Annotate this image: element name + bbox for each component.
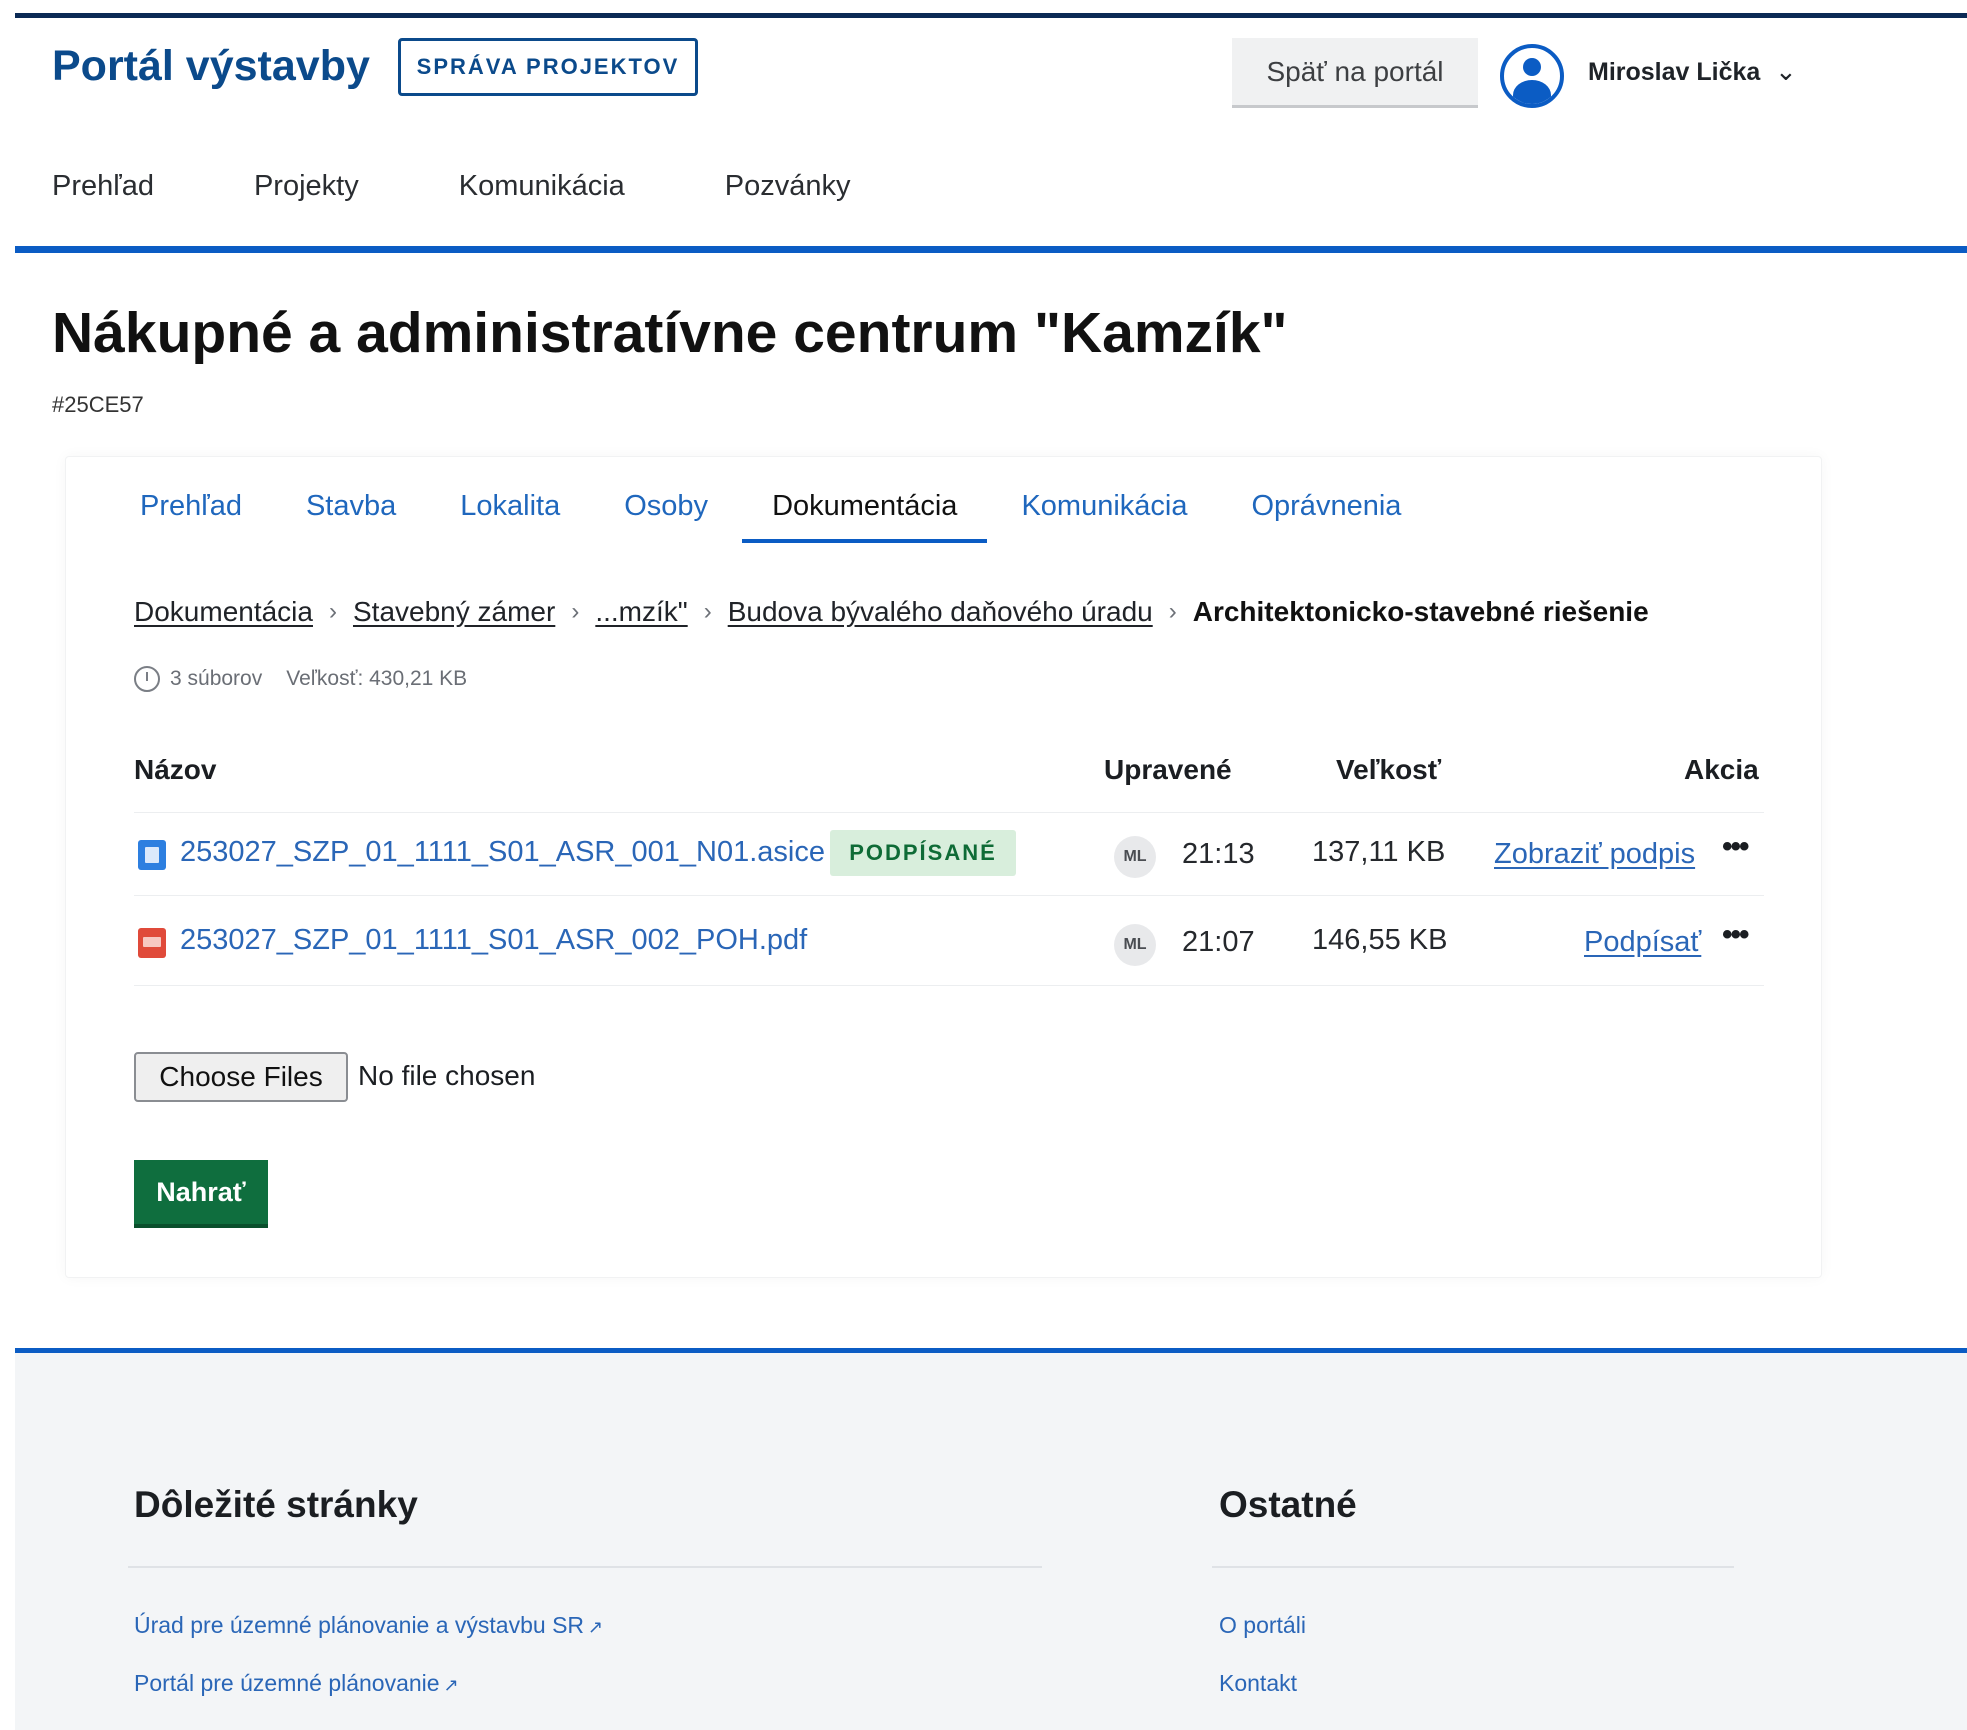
footer-section-divider xyxy=(128,1566,1042,1568)
footer-other-title: Ostatné xyxy=(1219,1484,1357,1525)
modified-by-avatar: ML xyxy=(1114,836,1156,878)
modified-time: 21:13 xyxy=(1182,838,1255,870)
folder-meta: 3 súborov Veľkosť: 430,21 KB xyxy=(134,666,467,692)
column-header-modified: Upravené xyxy=(1104,754,1232,785)
footer-link-about[interactable]: O portáli xyxy=(1219,1612,1306,1639)
file-name-link[interactable]: 253027_SZP_01_1111_S01_ASR_001_N01.asice xyxy=(180,836,825,869)
nav-item-projects[interactable]: Projekty xyxy=(254,170,359,203)
tab-permissions[interactable]: Oprávnenia xyxy=(1251,490,1401,543)
tab-location[interactable]: Lokalita xyxy=(460,490,560,543)
clock-icon xyxy=(134,666,160,692)
header-divider xyxy=(15,246,1967,253)
breadcrumb-separator-icon: › xyxy=(703,598,712,625)
modified-by-avatar: ML xyxy=(1114,924,1156,966)
file-size: 146,55 KB xyxy=(1312,924,1448,956)
external-link-icon: ↗ xyxy=(443,1675,459,1695)
column-header-name: Názov xyxy=(134,754,217,785)
table-row: 253027_SZP_01_1111_S01_ASR_002_POH.pdf M… xyxy=(134,914,1774,974)
user-name[interactable]: Miroslav Lička xyxy=(1588,58,1760,87)
nav-item-invitations[interactable]: Pozvánky xyxy=(725,170,851,203)
breadcrumb-current: Architektonicko-stavebné riešenie xyxy=(1192,596,1649,627)
footer-link-contact[interactable]: Kontakt xyxy=(1219,1670,1297,1697)
sign-link[interactable]: Podpísať xyxy=(1584,926,1701,959)
footer-link[interactable]: Úrad pre územné plánovanie a výstavbu SR… xyxy=(134,1612,603,1639)
more-options-icon[interactable]: ••• xyxy=(1722,830,1749,864)
footer-section-divider xyxy=(1212,1566,1734,1568)
column-header-size: Veľkosť xyxy=(1336,754,1442,785)
signed-status-badge: PODPÍSANÉ xyxy=(830,830,1016,876)
section-badge: SPRÁVA PROJEKTOV xyxy=(398,38,698,96)
column-header-action: Akcia xyxy=(1684,754,1759,785)
more-options-icon[interactable]: ••• xyxy=(1722,918,1749,952)
pdf-file-icon xyxy=(138,928,166,958)
main-nav: Prehľad Projekty Komunikácia Pozvánky xyxy=(52,170,951,203)
choose-files-button[interactable]: Choose Files xyxy=(134,1052,348,1102)
nav-item-overview[interactable]: Prehľad xyxy=(52,170,154,203)
tab-communication[interactable]: Komunikácia xyxy=(1021,490,1187,543)
project-id: #25CE57 xyxy=(52,392,144,417)
footer-link[interactable]: Portál pre územné plánovanie ↗ xyxy=(134,1670,459,1697)
avatar-head-shape xyxy=(1523,58,1541,76)
footer-important-title: Dôležité stránky xyxy=(134,1484,418,1525)
user-avatar-icon[interactable] xyxy=(1500,44,1564,108)
show-signature-link[interactable]: Zobraziť podpis xyxy=(1494,838,1695,871)
file-count: 3 súborov xyxy=(170,667,263,690)
folder-size: Veľkosť: 430,21 KB xyxy=(286,667,468,690)
brand-title[interactable]: Portál výstavby xyxy=(52,42,370,91)
page-title: Nákupné a administratívne centrum "Kamzí… xyxy=(52,301,1288,365)
tab-overview[interactable]: Prehľad xyxy=(140,490,242,543)
upload-button[interactable]: Nahrať xyxy=(134,1160,268,1228)
breadcrumb-link[interactable]: Dokumentácia xyxy=(134,596,313,628)
modified-time: 21:07 xyxy=(1182,926,1255,958)
external-link-icon: ↗ xyxy=(588,1617,604,1637)
avatar-body-shape xyxy=(1513,80,1551,104)
file-name-link[interactable]: 253027_SZP_01_1111_S01_ASR_002_POH.pdf xyxy=(180,924,807,957)
asice-file-icon xyxy=(138,840,166,870)
project-tabs: Prehľad Stavba Lokalita Osoby Dokumentác… xyxy=(140,490,1465,543)
breadcrumb-link[interactable]: Budova bývalého daňového úradu xyxy=(728,596,1153,628)
table-divider xyxy=(134,895,1764,896)
nav-item-communication[interactable]: Komunikácia xyxy=(459,170,625,203)
tab-persons[interactable]: Osoby xyxy=(624,490,708,543)
breadcrumb-link[interactable]: Stavebný zámer xyxy=(353,596,555,628)
no-file-chosen-label: No file chosen xyxy=(358,1060,536,1091)
table-row: 253027_SZP_01_1111_S01_ASR_001_N01.asice… xyxy=(134,826,1774,886)
breadcrumb-link[interactable]: ...mzík" xyxy=(595,596,687,628)
table-divider xyxy=(134,812,1764,813)
tab-documentation[interactable]: Dokumentácia xyxy=(742,490,988,543)
tab-construction[interactable]: Stavba xyxy=(306,490,396,543)
chevron-down-icon[interactable]: ⌄ xyxy=(1775,56,1797,87)
file-size: 137,11 KB xyxy=(1312,836,1446,868)
table-divider xyxy=(134,985,1764,986)
back-to-portal-button[interactable]: Späť na portál xyxy=(1232,38,1478,108)
breadcrumb-separator-icon: › xyxy=(328,598,337,625)
breadcrumb-separator-icon: › xyxy=(1168,598,1177,625)
breadcrumb-separator-icon: › xyxy=(571,598,580,625)
breadcrumb: Dokumentácia › Stavebný zámer › ...mzík"… xyxy=(134,596,1649,628)
